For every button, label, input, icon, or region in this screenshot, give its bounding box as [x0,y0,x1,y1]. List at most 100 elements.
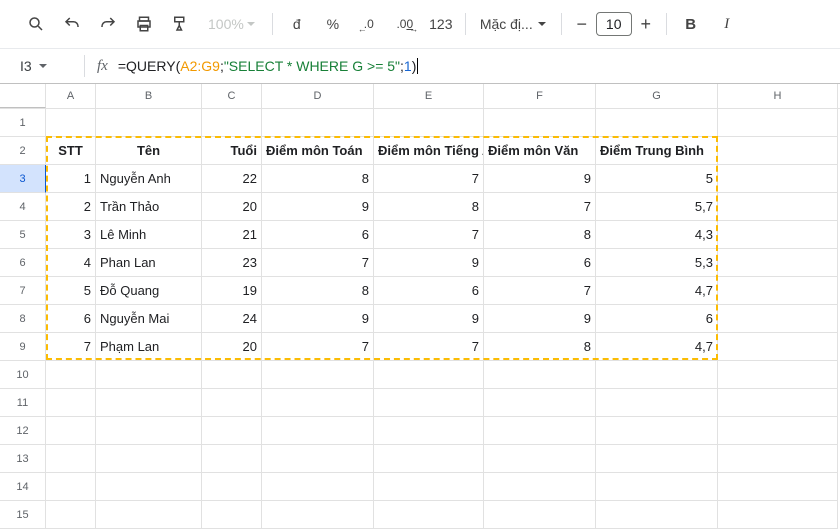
currency-button[interactable]: đ [281,8,313,40]
cell[interactable]: 22 [202,165,262,193]
cell[interactable]: 4 [46,249,96,277]
cell[interactable] [96,389,202,417]
font-size-input[interactable]: 10 [596,12,632,36]
cell[interactable] [46,417,96,445]
cell[interactable] [46,473,96,501]
cell[interactable] [96,417,202,445]
cell[interactable] [484,473,596,501]
cell[interactable]: 5 [46,277,96,305]
cell[interactable] [262,445,374,473]
row-header[interactable]: 9 [0,333,46,361]
cell[interactable]: 7 [374,333,484,361]
cell[interactable] [596,445,718,473]
cell[interactable] [374,417,484,445]
zoom-select[interactable]: 100% [200,16,264,32]
row-header[interactable]: 5 [0,221,46,249]
select-all-corner[interactable] [0,84,46,108]
row-header[interactable]: 10 [0,361,46,389]
cell[interactable] [262,501,374,529]
cell[interactable]: 4,7 [596,277,718,305]
italic-button[interactable]: I [711,8,743,40]
col-header-h[interactable]: H [718,84,838,108]
cell[interactable] [718,445,838,473]
cell[interactable]: Tên [96,137,202,165]
cell[interactable] [718,137,838,165]
cell[interactable]: 4,3 [596,221,718,249]
cell[interactable]: 9 [262,305,374,333]
cell[interactable] [96,109,202,137]
cell[interactable]: Đỗ Quang [96,277,202,305]
cell[interactable]: 5,7 [596,193,718,221]
cell[interactable] [718,473,838,501]
percent-button[interactable]: % [317,8,349,40]
cell[interactable]: 7 [484,193,596,221]
cell[interactable]: 4,7 [596,333,718,361]
cell[interactable] [202,389,262,417]
cell[interactable] [46,109,96,137]
cell[interactable]: 6 [484,249,596,277]
number-format-button[interactable]: 123 [425,8,457,40]
col-header-f[interactable]: F [484,84,596,108]
cell[interactable]: STT [46,137,96,165]
cell[interactable] [484,417,596,445]
print-icon[interactable] [128,8,160,40]
cell[interactable] [262,473,374,501]
cell[interactable]: 20 [202,333,262,361]
cell[interactable]: Phan Lan [96,249,202,277]
cell[interactable] [96,361,202,389]
col-header-d[interactable]: D [262,84,374,108]
row-header[interactable]: 11 [0,389,46,417]
cell[interactable] [596,109,718,137]
cell[interactable] [96,473,202,501]
row-header[interactable]: 6 [0,249,46,277]
cell[interactable]: 20 [202,193,262,221]
row-header[interactable]: 8 [0,305,46,333]
redo-icon[interactable] [92,8,124,40]
font-select[interactable]: Mặc đị... [474,16,553,32]
cell[interactable] [596,501,718,529]
cell[interactable] [262,109,374,137]
cell[interactable]: 6 [46,305,96,333]
cell[interactable] [202,445,262,473]
cell[interactable] [484,389,596,417]
cell[interactable] [374,361,484,389]
cell[interactable] [46,501,96,529]
cell[interactable] [46,445,96,473]
row-header[interactable]: 7 [0,277,46,305]
cell[interactable] [96,501,202,529]
row-header[interactable]: 1 [0,109,46,137]
undo-icon[interactable] [56,8,88,40]
cell[interactable] [718,249,838,277]
bold-button[interactable]: B [675,8,707,40]
cell[interactable] [596,389,718,417]
cell[interactable]: 8 [262,277,374,305]
search-icon[interactable] [20,8,52,40]
cell[interactable] [484,109,596,137]
cell[interactable] [202,417,262,445]
cell[interactable]: 5,3 [596,249,718,277]
cell[interactable] [374,501,484,529]
increase-decimal-button[interactable]: .00→ [389,8,421,40]
cell[interactable]: 8 [484,221,596,249]
col-header-c[interactable]: C [202,84,262,108]
cell[interactable] [374,445,484,473]
cell[interactable]: Điểm môn Toán [262,137,374,165]
cell[interactable]: 5 [596,165,718,193]
cell[interactable]: Điểm Trung Bình [596,137,718,165]
cell[interactable]: 9 [484,165,596,193]
cell[interactable] [46,389,96,417]
cell[interactable]: 6 [262,221,374,249]
cell[interactable]: 24 [202,305,262,333]
cell[interactable]: Nguyễn Mai [96,305,202,333]
cell[interactable] [718,501,838,529]
paint-format-icon[interactable] [164,8,196,40]
cell-reference[interactable]: I3 [8,54,80,78]
cell[interactable]: 6 [596,305,718,333]
row-header[interactable]: 12 [0,417,46,445]
cell[interactable]: 23 [202,249,262,277]
cell[interactable] [718,417,838,445]
cell[interactable]: Tuổi [202,137,262,165]
cell[interactable]: 7 [374,221,484,249]
cell[interactable] [718,277,838,305]
col-header-g[interactable]: G [596,84,718,108]
